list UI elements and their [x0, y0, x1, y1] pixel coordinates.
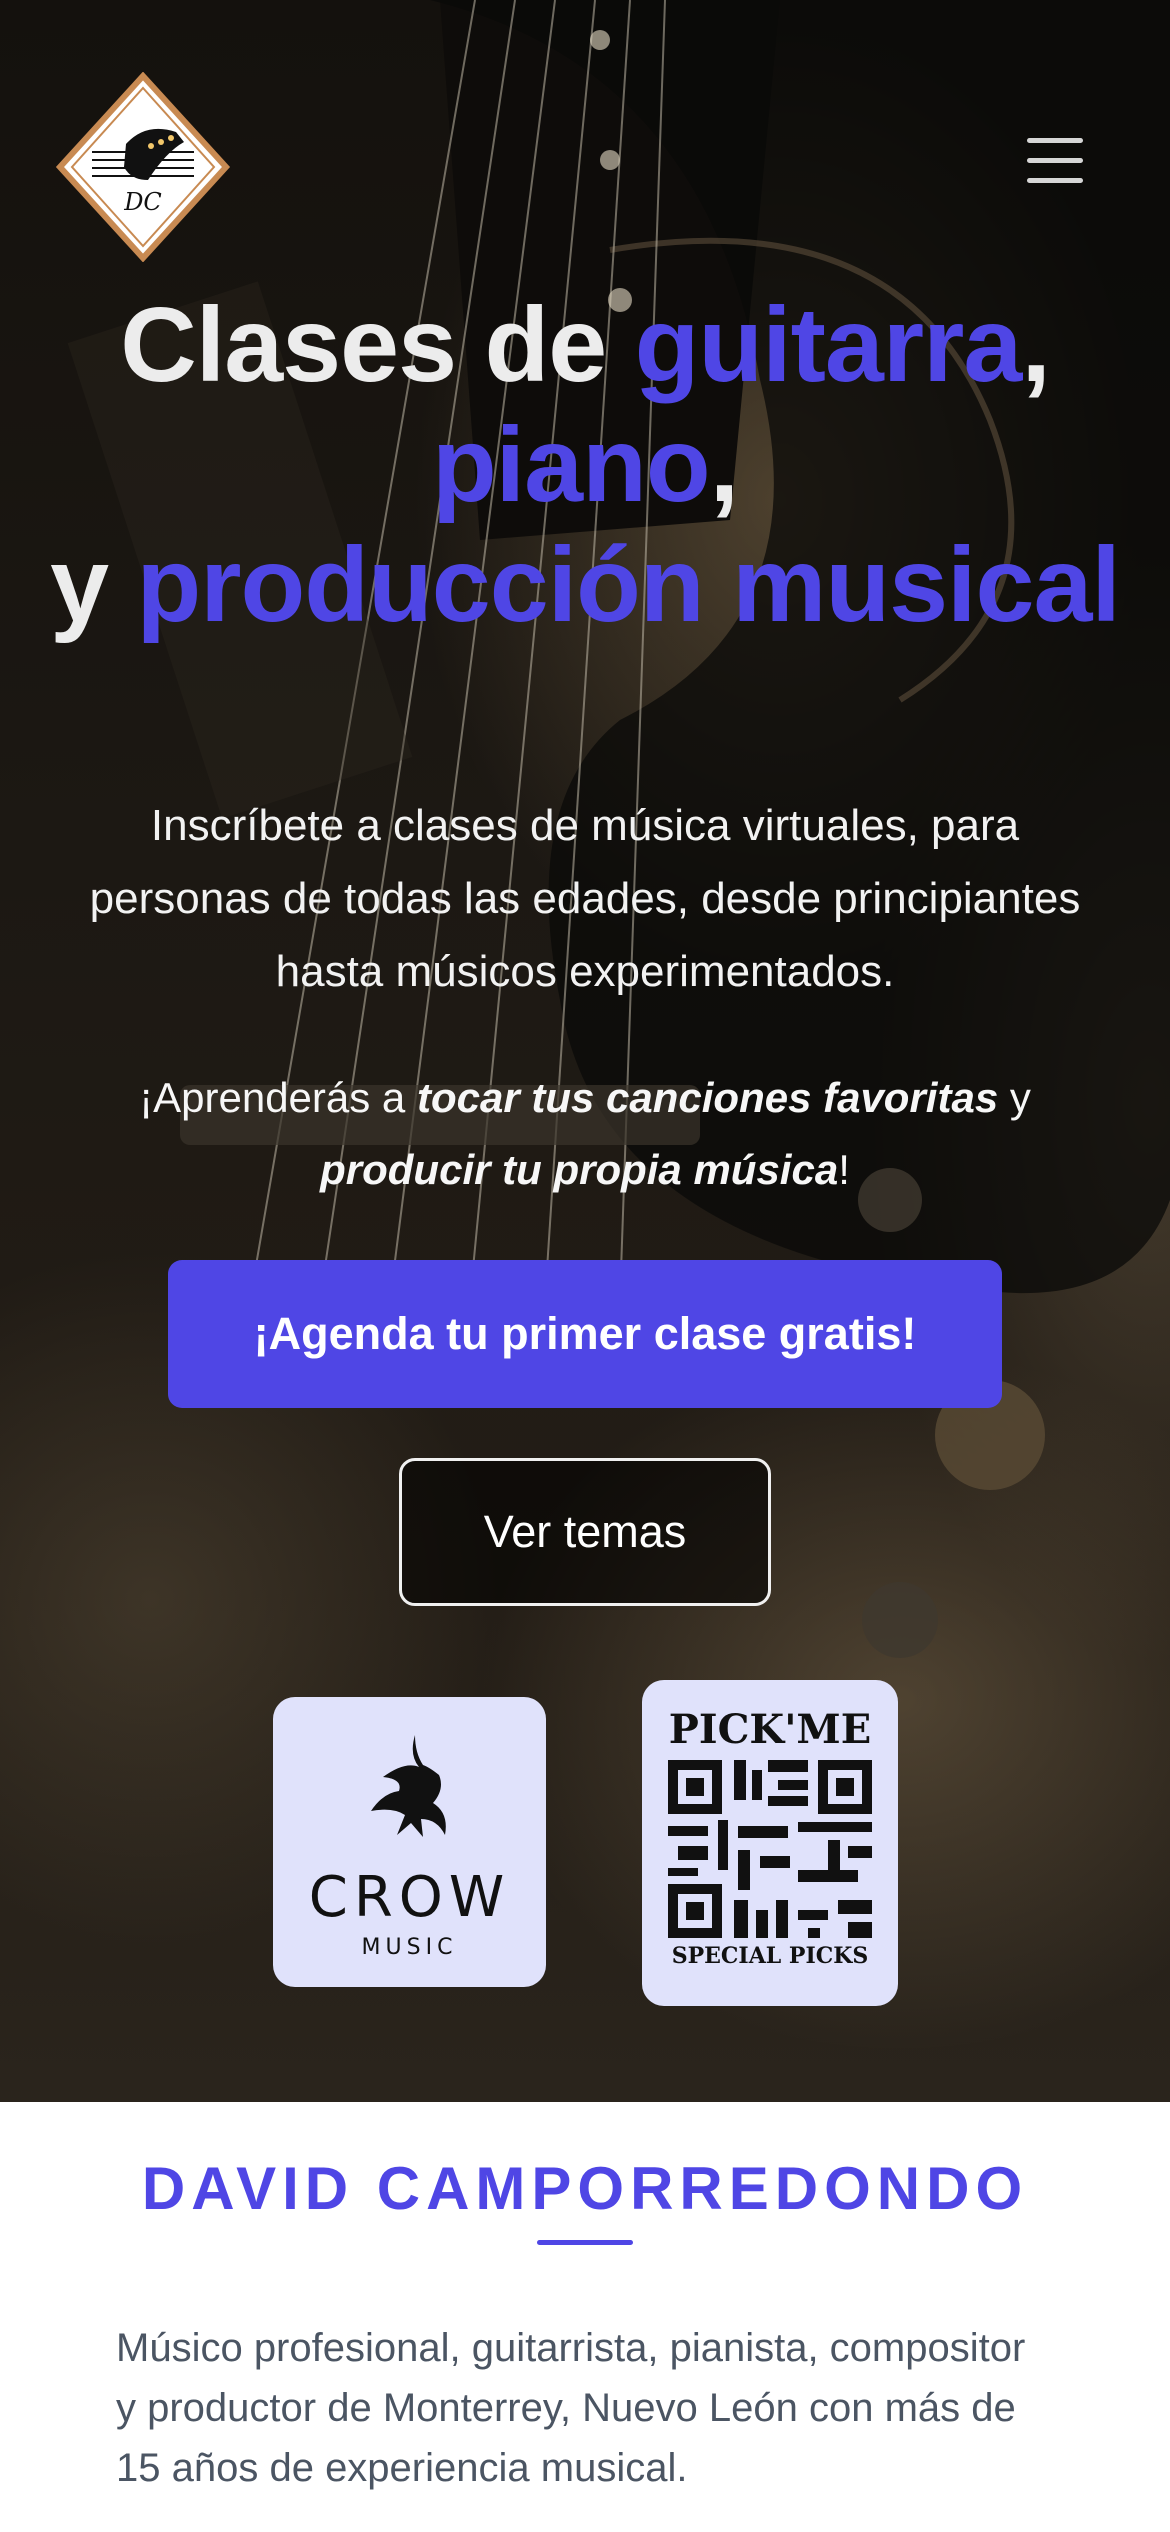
menu-line	[1027, 178, 1083, 183]
learn-text: ¡Aprenderás a	[139, 1074, 417, 1121]
title-comma: ,	[1021, 286, 1050, 404]
menu-line	[1027, 158, 1083, 163]
title-accent-produccion: producción musical	[136, 526, 1121, 644]
title-text: Clases de	[120, 286, 635, 404]
title-accent-piano: piano	[431, 406, 711, 524]
logo-lettering: DC	[123, 188, 162, 216]
crow-wordmark: CROW	[308, 1865, 511, 1930]
hamburger-menu-icon[interactable]	[1025, 138, 1085, 194]
view-topics-button[interactable]: Ver temas	[399, 1458, 771, 1606]
pickme-sponsor[interactable]: PICK'ME SPECIAL PICKS	[642, 1680, 898, 2006]
pickme-subtitle: SPECIAL PICKS	[671, 1943, 869, 1969]
learn-text: !	[838, 1146, 850, 1193]
title-text: y	[50, 526, 137, 644]
hero-learn: ¡Aprenderás a tocar tus canciones favori…	[70, 1062, 1100, 1206]
learn-emphasis: tocar tus canciones favoritas	[416, 1074, 999, 1121]
about-bio: Músico profesional, guitarrista, pianist…	[116, 2326, 1026, 2490]
learn-text: y	[998, 1074, 1031, 1121]
crow-music-sponsor[interactable]: CROW MUSIC	[273, 1697, 546, 1987]
book-free-class-button[interactable]: ¡Agenda tu primer clase gratis!	[168, 1260, 1002, 1408]
heading-divider	[537, 2240, 633, 2245]
hero-section: DC Clases de guitarra, piano, y producci…	[0, 0, 1170, 2102]
hero-title: Clases de guitarra, piano, y producción …	[0, 285, 1170, 645]
learn-emphasis: producir tu propia música	[320, 1146, 839, 1193]
crow-subtitle: MUSIC	[361, 1935, 458, 1960]
pickme-title: PICK'ME	[668, 1706, 872, 1753]
title-accent-guitarra: guitarra	[634, 286, 1023, 404]
about-section: DAVID CAMPORREDONDO Músico profesional, …	[0, 2102, 1170, 2532]
about-name-heading: DAVID CAMPORREDONDO	[141, 2155, 1029, 2222]
dc-logo[interactable]: DC	[56, 72, 231, 262]
crow-icon	[371, 1735, 446, 1837]
qr-code-icon	[668, 1760, 872, 1938]
title-comma: ,	[709, 406, 739, 524]
menu-line	[1027, 138, 1083, 143]
hero-intro: Inscríbete a clases de música virtuales,…	[89, 801, 1081, 996]
